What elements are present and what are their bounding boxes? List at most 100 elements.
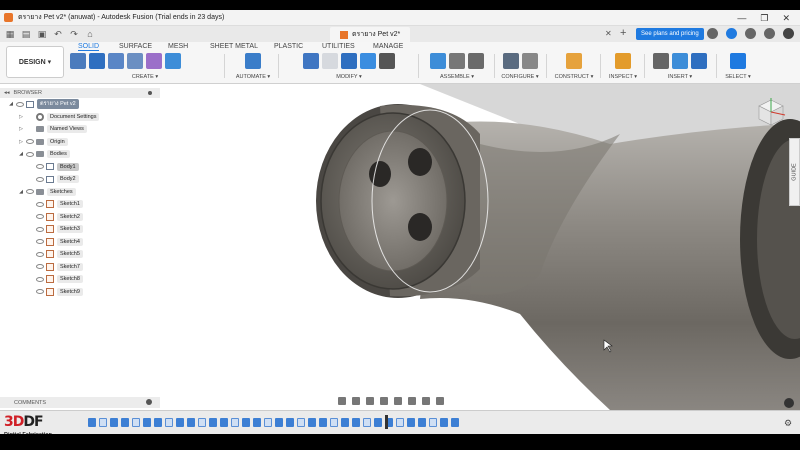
timeline-feature-icon[interactable] <box>88 418 96 427</box>
modify-tool-icon-5[interactable] <box>379 53 395 69</box>
visibility-eye-icon[interactable] <box>36 201 44 207</box>
timeline-sketch-icon[interactable] <box>231 418 239 427</box>
timeline-feature-icon[interactable] <box>242 418 250 427</box>
visibility-eye-icon[interactable] <box>36 289 44 295</box>
create-tool-icon-5[interactable] <box>146 53 162 69</box>
timeline-feature-icon[interactable] <box>308 418 316 427</box>
timeline-sketch-icon[interactable] <box>99 418 107 427</box>
timeline-marker[interactable] <box>385 415 388 429</box>
modify-tool-icon-3[interactable] <box>341 53 357 69</box>
add-comment-icon[interactable] <box>146 399 152 405</box>
timeline-feature-icon[interactable] <box>319 418 327 427</box>
timeline-feature-icon[interactable] <box>286 418 294 427</box>
undo-icon[interactable]: ↶ <box>52 28 64 40</box>
modify-menu[interactable]: MODIFY ▾ <box>284 74 414 80</box>
timeline-sketch-icon[interactable] <box>330 418 338 427</box>
timeline-feature-icon[interactable] <box>209 418 217 427</box>
browser-item-sketch3[interactable]: Sketch3 <box>0 223 160 236</box>
visibility-eye-icon[interactable] <box>26 139 34 145</box>
comments-panel[interactable]: COMMENTS <box>0 397 160 408</box>
expand-arrow-icon[interactable]: ◢ <box>18 151 24 157</box>
inspect-tool-icon-1[interactable] <box>615 53 631 69</box>
fit-icon[interactable] <box>394 397 402 405</box>
assemble-tool-icon-2[interactable] <box>449 53 465 69</box>
visibility-eye-icon[interactable] <box>36 276 44 282</box>
timeline-sketch-icon[interactable] <box>396 418 404 427</box>
visibility-eye-icon[interactable] <box>36 251 44 257</box>
timeline-feature-icon[interactable] <box>143 418 151 427</box>
tab-plastic[interactable]: PLASTIC <box>274 43 303 50</box>
create-tool-icon-1[interactable] <box>70 53 86 69</box>
help-icon[interactable] <box>764 28 775 39</box>
automate-menu[interactable]: AUTOMATE ▾ <box>233 74 273 80</box>
orbit-icon[interactable] <box>338 397 346 405</box>
select-menu[interactable]: SELECT ▾ <box>722 74 754 80</box>
home-icon[interactable]: ⌂ <box>84 28 96 40</box>
save-icon[interactable]: ▣ <box>36 28 48 40</box>
timeline-sketch-icon[interactable] <box>198 418 206 427</box>
tab-close-icon[interactable]: ✕ <box>605 29 612 38</box>
redo-icon[interactable]: ↷ <box>68 28 80 40</box>
tab-utilities[interactable]: UTILITIES <box>322 43 355 50</box>
notifications-icon[interactable] <box>745 28 756 39</box>
browser-item-sketches[interactable]: ◢ Sketches <box>0 186 160 199</box>
extensions-icon[interactable] <box>726 28 737 39</box>
grid-settings-icon[interactable] <box>422 397 430 405</box>
configure-tool-icon-2[interactable] <box>521 53 538 69</box>
tab-sheet-metal[interactable]: SHEET METAL <box>210 43 258 50</box>
timeline-sketch-icon[interactable] <box>297 418 305 427</box>
collapse-icon[interactable]: ◂◂ <box>4 90 10 96</box>
maximize-button[interactable]: ❐ <box>760 13 768 24</box>
tab-mesh[interactable]: MESH <box>168 43 188 50</box>
browser-item-sketch7[interactable]: Sketch7 <box>0 261 160 274</box>
pan-icon[interactable] <box>366 397 374 405</box>
close-button[interactable]: ✕ <box>782 13 790 24</box>
insert-tool-icon-2[interactable] <box>672 53 688 69</box>
insert-tool-icon-3[interactable] <box>691 53 707 69</box>
insert-menu[interactable]: INSERT ▾ <box>648 74 712 80</box>
timeline-feature-icon[interactable] <box>418 418 426 427</box>
timeline-sketch-icon[interactable] <box>132 418 140 427</box>
timeline-feature-icon[interactable] <box>110 418 118 427</box>
view-cube[interactable] <box>756 96 786 128</box>
expand-arrow-icon[interactable]: ◢ <box>8 101 14 107</box>
minimize-button[interactable]: — <box>737 13 746 23</box>
browser-item-body2[interactable]: Body2 <box>0 173 160 186</box>
browser-item-body1[interactable]: Body1 <box>0 161 160 174</box>
visibility-eye-icon[interactable] <box>36 239 44 245</box>
visibility-eye-icon[interactable] <box>36 176 44 182</box>
assemble-tool-icon-1[interactable] <box>430 53 446 69</box>
timeline-sketch-icon[interactable] <box>165 418 173 427</box>
timeline-feature-icon[interactable] <box>176 418 184 427</box>
timeline-sketch-icon[interactable] <box>429 418 437 427</box>
browser-item-origin[interactable]: ▷ Origin <box>0 136 160 149</box>
create-tool-icon-2[interactable] <box>89 53 105 69</box>
zoom-icon[interactable] <box>380 397 388 405</box>
browser-options-icon[interactable] <box>148 91 152 95</box>
workspace-switcher-button[interactable]: DESIGN ▾ <box>6 46 64 78</box>
inspect-menu[interactable]: INSPECT ▾ <box>605 74 641 80</box>
timeline-feature-icon[interactable] <box>341 418 349 427</box>
visibility-eye-icon[interactable] <box>36 264 44 270</box>
modify-tool-icon-4[interactable] <box>360 53 376 69</box>
tab-solid[interactable]: SOLID <box>78 43 100 51</box>
create-tool-icon-6[interactable] <box>165 53 181 69</box>
tab-surface[interactable]: SURFACE <box>119 43 152 50</box>
timeline-feature-icon[interactable] <box>154 418 162 427</box>
visibility-eye-icon[interactable] <box>16 101 24 107</box>
visibility-eye-icon[interactable] <box>26 189 34 195</box>
timeline-feature-icon[interactable] <box>407 418 415 427</box>
timeline-feature-icon[interactable] <box>275 418 283 427</box>
assemble-menu[interactable]: ASSEMBLE ▾ <box>424 74 490 80</box>
expand-arrow-icon[interactable]: ▷ <box>18 139 24 145</box>
browser-item-sketch5[interactable]: Sketch5 <box>0 248 160 261</box>
tab-manage[interactable]: MANAGE <box>373 43 403 50</box>
timeline-feature-icon[interactable] <box>352 418 360 427</box>
timeline-feature-icon[interactable] <box>374 418 382 427</box>
browser-item-named-views[interactable]: ▷ Named Views <box>0 123 160 136</box>
guide-panel-tab[interactable]: GUIDE <box>789 138 800 206</box>
timeline-settings-icon[interactable]: ⚙ <box>784 418 792 429</box>
expand-arrow-icon[interactable]: ◢ <box>18 189 24 195</box>
look-at-icon[interactable] <box>352 397 360 405</box>
browser-item-sketch2[interactable]: Sketch2 <box>0 211 160 224</box>
